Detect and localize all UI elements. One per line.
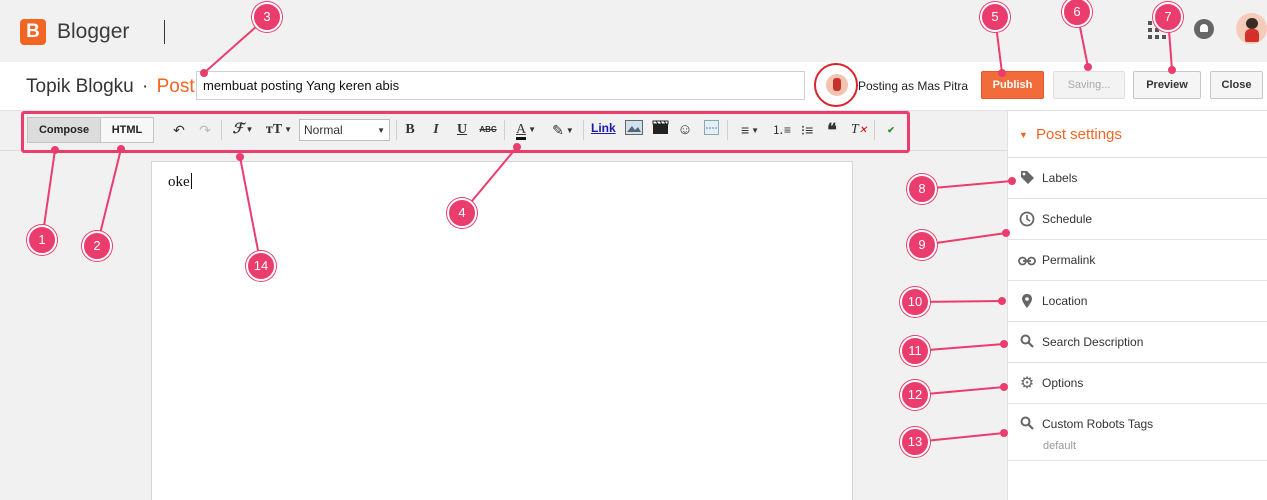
clock-icon bbox=[1018, 211, 1036, 229]
robots-tags-value: default bbox=[1043, 440, 1077, 452]
sidebar-item-custom-robots-tags[interactable]: Custom Robots Tags default bbox=[1008, 404, 1267, 461]
post-body-text[interactable]: oke bbox=[168, 173, 192, 191]
sidebar-item-label: Permalink bbox=[1042, 253, 1096, 267]
publish-button[interactable]: Publish bbox=[981, 71, 1044, 99]
posting-as: Posting as Mas Pitra bbox=[858, 79, 968, 93]
post-settings-sidebar: ▼ Post settings Labels Schedule Permalin… bbox=[1007, 111, 1267, 500]
blog-name[interactable]: Topik Blogku bbox=[26, 76, 134, 97]
account-avatar[interactable] bbox=[1236, 13, 1267, 44]
search-icon bbox=[1018, 334, 1036, 352]
annotation-marker-14: 14 bbox=[246, 251, 276, 281]
collapse-arrow-icon: ▼ bbox=[1019, 130, 1028, 140]
posting-as-label: Posting as bbox=[858, 79, 915, 93]
sidebar-item-options[interactable]: ⚙ Options bbox=[1008, 363, 1267, 404]
toolbar-highlight-box bbox=[21, 111, 910, 153]
sidebar-item-schedule[interactable]: Schedule bbox=[1008, 199, 1267, 240]
breadcrumb: Topik Blogku · Post bbox=[26, 76, 195, 98]
post-body-editor[interactable]: oke bbox=[151, 161, 853, 500]
editor-area: Compose HTML ↶ ↷ ℱ ▼ тT ▼ Normal ▼ B I U A… bbox=[0, 111, 1007, 500]
sidebar-item-label: Labels bbox=[1042, 171, 1078, 185]
breadcrumb-section: Post bbox=[156, 76, 195, 97]
brand-name[interactable]: Blogger bbox=[57, 20, 129, 44]
author-avatar-image bbox=[826, 74, 848, 96]
gear-icon: ⚙ bbox=[1019, 375, 1035, 392]
annotation-marker-1: 1 bbox=[27, 225, 57, 255]
annotation-marker-2: 2 bbox=[82, 231, 112, 261]
sidebar-item-location[interactable]: Location bbox=[1008, 281, 1267, 322]
post-title-input[interactable] bbox=[196, 71, 805, 100]
sidebar-item-search-description[interactable]: Search Description bbox=[1008, 322, 1267, 363]
author-avatar[interactable] bbox=[814, 63, 858, 107]
blogger-post-editor: B Blogger Topik Blogku · Post Posting as… bbox=[0, 0, 1267, 500]
annotation-marker-8: 8 bbox=[907, 174, 937, 204]
notifications-bell-icon[interactable] bbox=[1194, 19, 1214, 39]
sidebar-item-label: Options bbox=[1042, 376, 1084, 390]
annotation-marker-3: 3 bbox=[252, 2, 282, 32]
saving-button[interactable]: Saving... bbox=[1053, 71, 1125, 99]
sidebar-item-labels[interactable]: Labels bbox=[1008, 158, 1267, 199]
annotation-marker-11: 11 bbox=[900, 336, 930, 366]
sidebar-item-label: Search Description bbox=[1042, 335, 1144, 349]
preview-button[interactable]: Preview bbox=[1133, 71, 1201, 99]
blogger-logo-icon[interactable]: B bbox=[20, 19, 46, 45]
annotation-marker-7: 7 bbox=[1153, 2, 1183, 32]
annotation-marker-9: 9 bbox=[907, 230, 937, 260]
pin-icon bbox=[1018, 293, 1036, 311]
search-icon bbox=[1018, 416, 1036, 434]
sidebar-item-label: Custom Robots Tags bbox=[1042, 417, 1154, 431]
post-settings-title: Post settings bbox=[1036, 126, 1122, 143]
sidebar-item-permalink[interactable]: Permalink bbox=[1008, 240, 1267, 281]
close-button[interactable]: Close bbox=[1210, 71, 1263, 99]
annotation-marker-5: 5 bbox=[980, 2, 1010, 32]
post-title-bar: Topik Blogku · Post Posting as Mas Pitra… bbox=[0, 62, 1267, 111]
breadcrumb-separator: · bbox=[142, 76, 149, 97]
annotation-marker-13: 13 bbox=[900, 427, 930, 457]
posting-as-user: Mas Pitra bbox=[917, 79, 969, 93]
annotation-marker-10: 10 bbox=[900, 287, 930, 317]
sidebar-item-label: Schedule bbox=[1042, 212, 1093, 226]
link-icon bbox=[1018, 252, 1036, 270]
post-settings-header[interactable]: ▼ Post settings bbox=[1008, 111, 1267, 158]
sidebar-item-label: Location bbox=[1042, 294, 1088, 308]
annotation-marker-4: 4 bbox=[447, 198, 477, 228]
header-divider bbox=[164, 20, 165, 44]
annotation-marker-12: 12 bbox=[900, 380, 930, 410]
tag-icon bbox=[1018, 170, 1036, 188]
